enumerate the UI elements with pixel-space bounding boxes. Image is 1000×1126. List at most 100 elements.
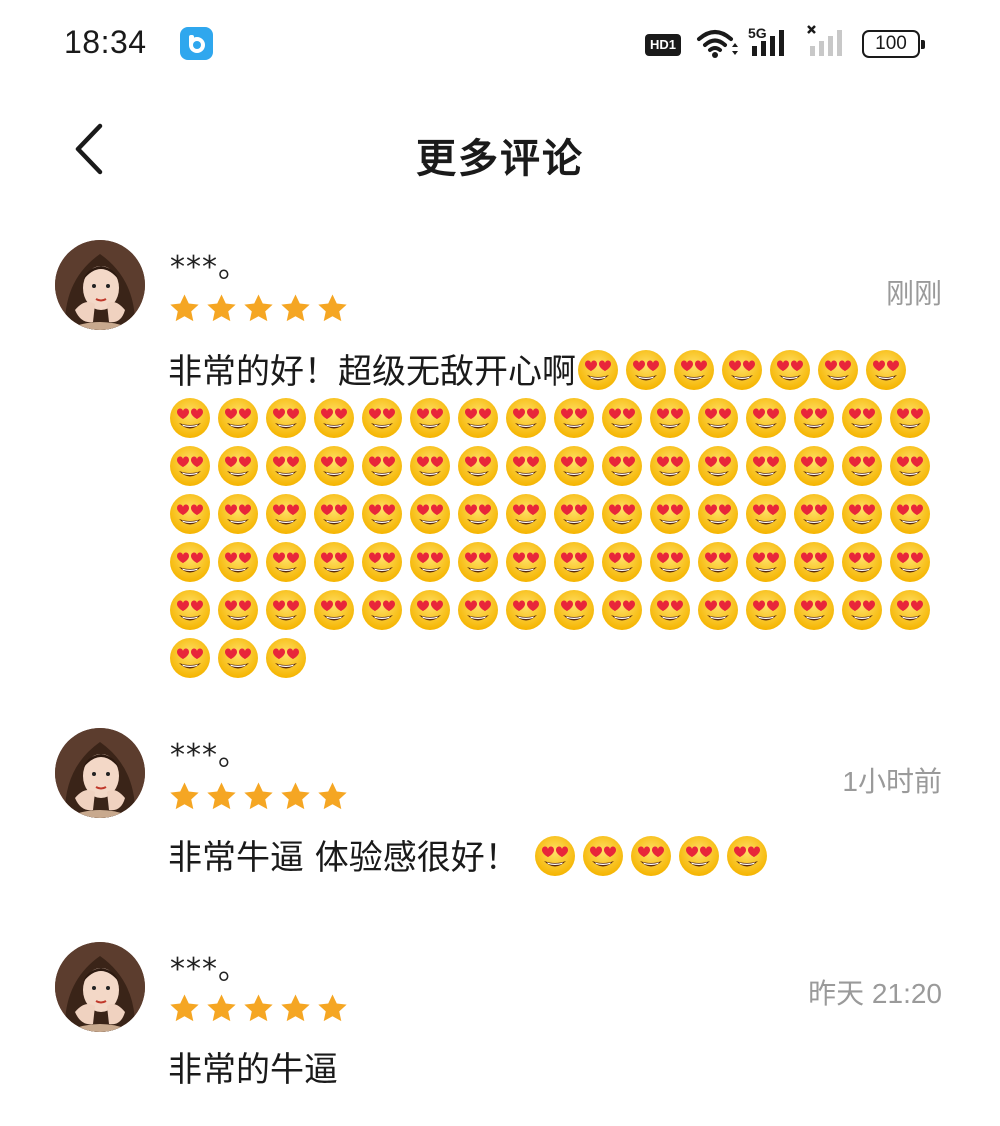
- star-icon: [281, 294, 310, 322]
- star-rating: [168, 780, 349, 813]
- heart-eyes-emoji-icon: [600, 396, 644, 440]
- heart-eyes-emoji-icon: [168, 492, 212, 536]
- status-bar: 18:34 HD1 5G 100: [0, 0, 1000, 88]
- heart-eyes-emoji-icon: [456, 396, 500, 440]
- avatar[interactable]: [55, 942, 145, 1032]
- heart-eyes-emoji-icon: [840, 588, 884, 632]
- comment-time: 刚刚: [885, 278, 942, 309]
- heart-eyes-emoji-icon: [504, 492, 548, 536]
- star-icon: [170, 782, 199, 810]
- heart-eyes-emoji-icon: [696, 588, 740, 632]
- heart-eyes-emoji-icon: [600, 540, 644, 584]
- comment-item: ***。 1小时前 非常牛逼 体验感很好！: [0, 728, 1000, 898]
- heart-eyes-emoji-icon: [552, 444, 596, 488]
- star-icon: [281, 994, 310, 1022]
- avatar-image: [55, 942, 145, 1032]
- avatar[interactable]: [55, 240, 145, 330]
- heart-eyes-emoji-icon: [456, 540, 500, 584]
- heart-eyes-emoji-icon: [264, 588, 308, 632]
- heart-eyes-emoji-icon: [677, 834, 721, 878]
- heart-eyes-emoji-icon: [696, 396, 740, 440]
- heart-eyes-emoji-icon: [408, 444, 452, 488]
- heart-eyes-emoji-icon: [768, 348, 812, 392]
- star-icon: [244, 294, 273, 322]
- star-icon: [170, 994, 199, 1022]
- star-icon: [318, 782, 347, 810]
- heart-eyes-emoji-icon: [744, 444, 788, 488]
- heart-eyes-emoji-icon: [696, 444, 740, 488]
- heart-eyes-emoji-icon: [264, 444, 308, 488]
- heart-eyes-emoji-icon: [696, 540, 740, 584]
- heart-eyes-emoji-icon: [552, 588, 596, 632]
- comment-text-content: 非常的牛逼: [168, 1050, 338, 1090]
- heart-eyes-emoji-icon: [581, 834, 625, 878]
- heart-eyes-emoji-icon: [648, 588, 692, 632]
- heart-eyes-emoji-icon: [629, 834, 673, 878]
- heart-eyes-emoji-icon: [408, 492, 452, 536]
- star-icon: [207, 782, 236, 810]
- heart-eyes-emoji-icon: [360, 444, 404, 488]
- heart-eyes-emoji-icon: [840, 492, 884, 536]
- heart-eyes-emoji-icon: [672, 348, 716, 392]
- heart-eyes-emoji-icon: [456, 588, 500, 632]
- heart-eyes-emoji-icon: [360, 588, 404, 632]
- heart-eyes-emoji-icon: [744, 492, 788, 536]
- star-rating: [168, 292, 349, 325]
- wifi-icon: [695, 27, 739, 65]
- comment-text-content: 非常牛逼 体验感很好！: [168, 838, 519, 878]
- heart-eyes-emoji-icon: [792, 492, 836, 536]
- network-label: 5G: [748, 25, 767, 41]
- heart-eyes-emoji-icon: [408, 588, 452, 632]
- comment-text: 非常的好！超级无敌开心啊: [168, 348, 948, 684]
- comment-text-content: 非常的好！超级无敌开心啊: [168, 352, 576, 392]
- heart-eyes-emoji-icon: [360, 540, 404, 584]
- heart-eyes-emoji-icon: [840, 444, 884, 488]
- star-rating: [168, 992, 349, 1025]
- heart-eyes-emoji-icon: [168, 444, 212, 488]
- heart-eyes-emoji-icon: [888, 396, 932, 440]
- heart-eyes-emoji-icon: [312, 396, 356, 440]
- heart-eyes-emoji-icon: [360, 396, 404, 440]
- heart-eyes-emoji-icon: [216, 492, 260, 536]
- heart-eyes-emoji-icon: [533, 834, 577, 878]
- heart-eyes-emoji-icon: [840, 396, 884, 440]
- heart-eyes-emoji-icon: [216, 444, 260, 488]
- heart-eyes-emoji-icon: [888, 540, 932, 584]
- star-icon: [318, 994, 347, 1022]
- heart-eyes-emoji-icon: [792, 540, 836, 584]
- heart-eyes-emoji-icon: [725, 834, 769, 878]
- star-icon: [207, 994, 236, 1022]
- avatar-image: [55, 728, 145, 818]
- heart-eyes-emoji-icon: [648, 492, 692, 536]
- comment-time: 昨天 21:20: [808, 978, 942, 1009]
- heart-eyes-emoji-icon: [888, 588, 932, 632]
- heart-eyes-emoji-icon: [168, 588, 212, 632]
- comment-text: 非常牛逼 体验感很好！: [168, 834, 948, 882]
- heart-eyes-emoji-icon: [360, 492, 404, 536]
- heart-eyes-emoji-icon: [168, 396, 212, 440]
- comment-time: 1小时前: [842, 766, 942, 797]
- avatar[interactable]: [55, 728, 145, 818]
- heart-eyes-emoji-icon: [648, 396, 692, 440]
- heart-eyes-emoji-icon: [216, 540, 260, 584]
- star-icon: [244, 994, 273, 1022]
- battery-icon: 100: [862, 30, 925, 58]
- heart-eyes-emoji-icon: [840, 540, 884, 584]
- heart-eyes-emoji-icon: [744, 396, 788, 440]
- heart-eyes-emoji-icon: [216, 588, 260, 632]
- star-icon: [207, 294, 236, 322]
- heart-eyes-emoji-icon: [216, 396, 260, 440]
- heart-eyes-emoji-icon: [456, 492, 500, 536]
- heart-eyes-emoji-icon: [720, 348, 764, 392]
- heart-eyes-emoji-icon: [648, 540, 692, 584]
- comment-item: ***。 刚刚 非常的好！超级无敌开心啊: [0, 240, 1000, 680]
- emoji-group: [533, 836, 773, 878]
- heart-eyes-emoji-icon: [648, 444, 692, 488]
- star-icon: [318, 294, 347, 322]
- heart-eyes-emoji-icon: [744, 540, 788, 584]
- heart-eyes-emoji-icon: [792, 396, 836, 440]
- heart-eyes-emoji-icon: [168, 540, 212, 584]
- emoji-group: [168, 350, 936, 680]
- username: ***。: [170, 738, 249, 773]
- star-icon: [170, 294, 199, 322]
